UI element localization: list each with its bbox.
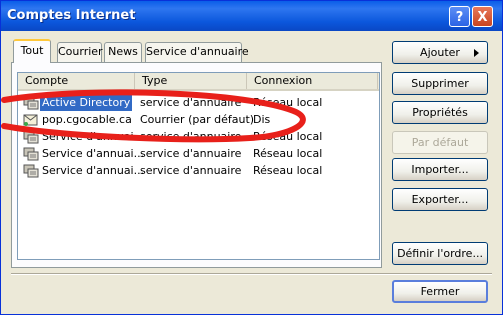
submenu-arrow-icon: [474, 49, 479, 57]
help-icon: ?: [455, 10, 464, 25]
divider: [11, 273, 492, 275]
account-name: Service d'annuai...: [42, 130, 145, 143]
account-connection: Dis: [253, 113, 271, 126]
import-button[interactable]: Importer...: [392, 158, 488, 181]
mail-account-icon: [23, 114, 38, 126]
account-name: Service d'annuai...: [42, 164, 145, 177]
account-connection: Réseau local: [253, 164, 323, 177]
help-button[interactable]: ?: [449, 6, 470, 27]
tab-courrier[interactable]: Courrier: [57, 42, 103, 62]
account-type: service d'annuaire: [140, 147, 242, 160]
close-window-button[interactable]: X: [472, 6, 493, 27]
set-order-button[interactable]: Définir l'ordre...: [392, 242, 488, 265]
directory-service-icon: [23, 164, 39, 178]
set-default-button[interactable]: Par défaut: [392, 131, 488, 154]
table-row-pop-cgocable[interactable]: pop.cgocable.ca Courrier (par défaut) Di…: [18, 111, 379, 128]
table-row-active-directory[interactable]: Active Directory service d'annuaire Rése…: [18, 94, 379, 111]
table-row[interactable]: Service d'annuai... service d'annuaire R…: [18, 128, 379, 145]
table-row[interactable]: Service d'annuai... service d'annuaire R…: [18, 145, 379, 162]
account-connection: Réseau local: [253, 96, 323, 109]
internet-accounts-dialog: Comptes Internet ? X Tout Courrier News …: [0, 0, 503, 315]
add-button[interactable]: Ajouter: [392, 41, 488, 64]
tab-news[interactable]: News: [104, 42, 142, 62]
account-connection: Réseau local: [253, 147, 323, 160]
column-header-connexion[interactable]: Connexion: [247, 73, 378, 89]
directory-service-icon: [23, 147, 39, 161]
column-header-compte[interactable]: Compte: [18, 73, 135, 89]
account-type: service d'annuaire: [140, 96, 242, 109]
account-type: service d'annuaire: [140, 164, 242, 177]
account-connection: Réseau local: [253, 130, 323, 143]
table-row[interactable]: Service d'annuai... service d'annuaire R…: [18, 162, 379, 179]
add-button-label: Ajouter: [420, 46, 460, 59]
column-header-type[interactable]: Type: [135, 73, 247, 89]
account-name: pop.cgocable.ca: [42, 113, 132, 126]
account-name: Active Directory: [40, 94, 133, 111]
remove-button[interactable]: Supprimer: [392, 72, 488, 95]
tab-service-annuaire[interactable]: Service d'annuaire: [145, 42, 249, 62]
close-dialog-button[interactable]: Fermer: [392, 280, 488, 303]
account-name: Service d'annuai...: [42, 147, 145, 160]
account-type: Courrier (par défaut): [140, 113, 255, 126]
tab-tout[interactable]: Tout: [13, 39, 51, 63]
list-header: Compte Type Connexion: [18, 73, 379, 91]
directory-service-icon: [23, 130, 39, 144]
export-button[interactable]: Exporter...: [392, 188, 488, 211]
accounts-list[interactable]: Compte Type Connexion Active Directory s…: [17, 72, 380, 260]
properties-button[interactable]: Propriétés: [392, 101, 488, 124]
close-icon: X: [477, 10, 488, 25]
account-type: service d'annuaire: [140, 130, 242, 143]
title-bar[interactable]: Comptes Internet ? X: [1, 1, 502, 31]
window-title: Comptes Internet: [7, 8, 136, 23]
directory-service-icon: [23, 96, 39, 110]
